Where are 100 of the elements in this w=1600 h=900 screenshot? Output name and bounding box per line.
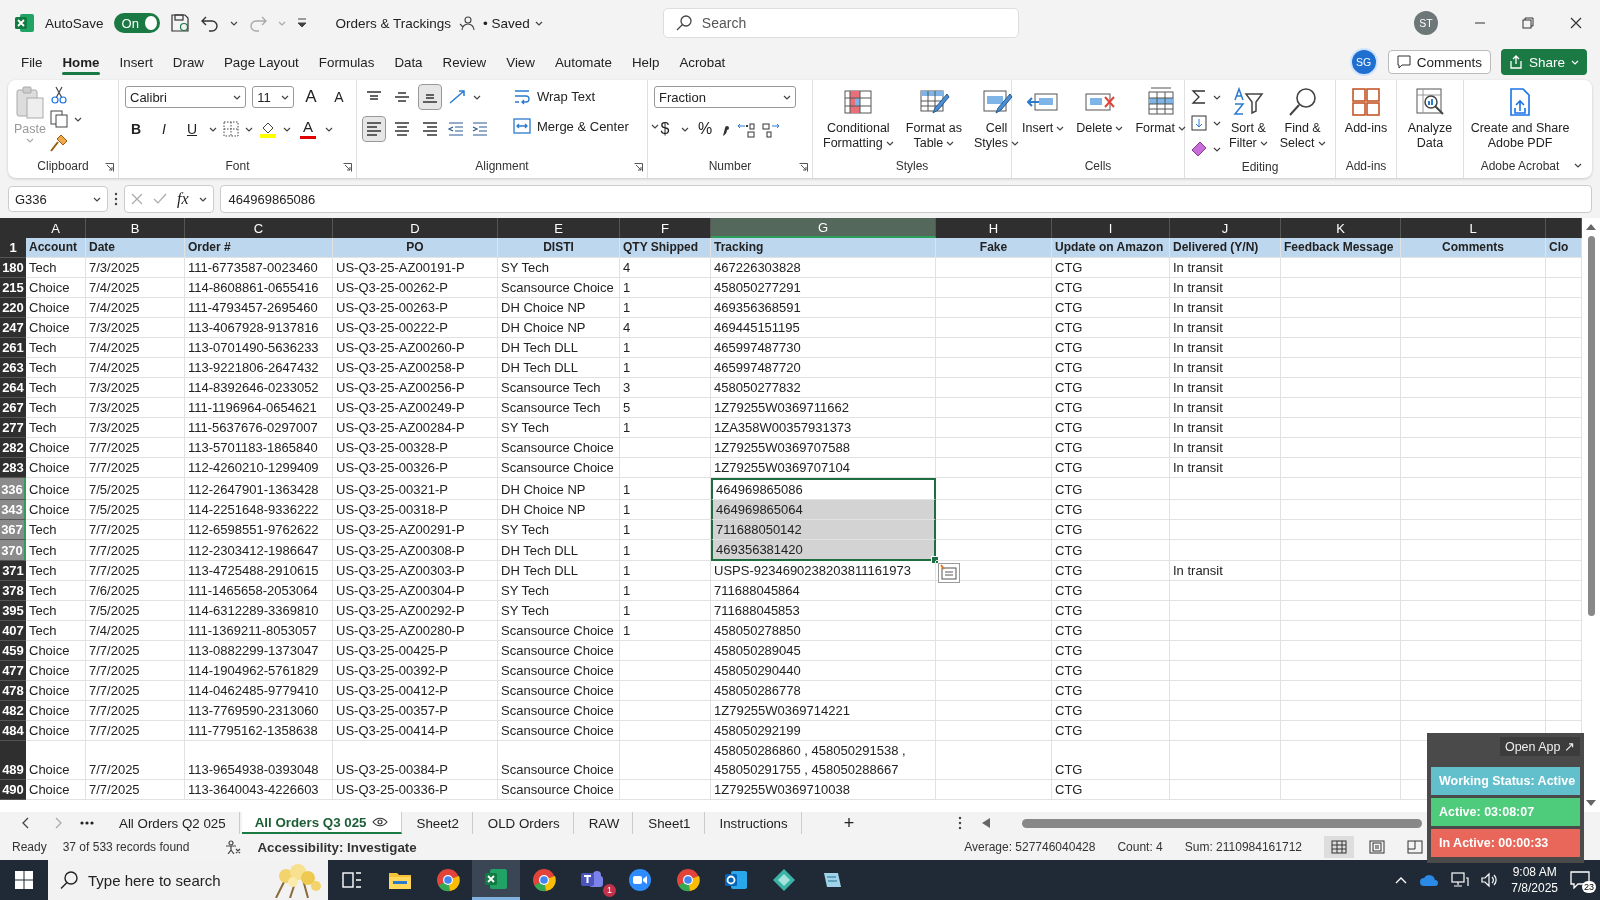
- table-cell: 7/4/2025: [86, 278, 185, 298]
- table-cell: US-Q3-25-00318-P: [333, 500, 498, 520]
- table-cell: Tech: [26, 520, 86, 540]
- table-cell: Scansource Choice: [498, 681, 620, 701]
- group-label: Font: [225, 159, 250, 173]
- table-cell: 1: [620, 298, 711, 318]
- table-cell: Choice: [26, 681, 86, 701]
- table-cell: Tech: [26, 561, 86, 581]
- group-label: Add-ins: [1345, 159, 1387, 173]
- table-cell: 4: [620, 258, 711, 278]
- table-cell: CTG: [1052, 661, 1170, 681]
- status-bar-item: Active: 03:08:07: [1431, 798, 1580, 826]
- table-cell: CTG: [1052, 438, 1170, 458]
- group-label: Editing: [1241, 160, 1279, 174]
- table-cell: CTG: [1052, 338, 1170, 358]
- table-cell: CTG: [1052, 641, 1170, 661]
- group-label: Styles: [895, 159, 929, 173]
- column-title: Tracking: [711, 238, 936, 258]
- table-cell: 7/7/2025: [86, 780, 185, 800]
- table-cell: US-Q3-25-00326-P: [333, 458, 498, 478]
- table-cell: Scansource Choice: [498, 641, 620, 661]
- column-title: QTY Shipped: [620, 238, 711, 258]
- table-cell: DH Tech DLL: [498, 561, 620, 581]
- table-cell: CTG: [1052, 298, 1170, 318]
- table-cell: Tech: [26, 540, 86, 561]
- document-title: Orders & Trackings: [335, 15, 452, 31]
- table-cell: Choice: [26, 641, 86, 661]
- table-cell: 458050277832: [711, 378, 936, 398]
- table-cell: US-Q3-25-00425-P: [333, 641, 498, 661]
- table-cell: 113-0701490-5636233: [185, 338, 333, 358]
- table-cell: Scansource Tech: [498, 398, 620, 418]
- table-cell: CTG: [1052, 741, 1170, 780]
- table-cell: Scansource Choice: [498, 458, 620, 478]
- table-cell: 1: [620, 621, 711, 641]
- table-cell: Tech: [26, 621, 86, 641]
- table-cell: 7/5/2025: [86, 500, 185, 520]
- table-cell: Choice: [26, 278, 86, 298]
- table-cell: 114-6312289-3369810: [185, 601, 333, 621]
- column-title: PO: [333, 238, 498, 258]
- table-cell: 7/7/2025: [86, 438, 185, 458]
- table-cell: CTG: [1052, 520, 1170, 540]
- table-cell: US-Q3-25-AZ00303-P: [333, 561, 498, 581]
- autosave-label: AutoSave: [45, 15, 104, 31]
- table-cell: 469356368591: [711, 298, 936, 318]
- table-cell: Choice: [26, 458, 86, 478]
- table-cell: US-Q3-25-AZ00304-P: [333, 581, 498, 601]
- table-cell: 7/7/2025: [86, 641, 185, 661]
- table-cell: CTG: [1052, 561, 1170, 581]
- table-cell: DH Tech DLL: [498, 358, 620, 378]
- table-cell: US-Q3-25-AZ00280-P: [333, 621, 498, 641]
- table-cell: CTG: [1052, 418, 1170, 438]
- table-cell: CTG: [1052, 601, 1170, 621]
- table-cell: Choice: [26, 478, 86, 500]
- column-title: Comments: [1401, 238, 1546, 258]
- table-cell: Scansource Choice: [498, 701, 620, 721]
- table-cell: 113-7769590-2313060: [185, 701, 333, 721]
- table-cell: 112-2647901-1363428: [185, 478, 333, 500]
- table-cell: CTG: [1052, 681, 1170, 701]
- table-cell: 1Z79255W0369710038: [711, 780, 936, 800]
- table-cell: 111-6773587-0023460: [185, 258, 333, 278]
- table-cell: US-Q3-25-00384-P: [333, 741, 498, 780]
- table-cell: CTG: [1052, 581, 1170, 601]
- table-cell: 467226303828: [711, 258, 936, 278]
- table-cell: 7/7/2025: [86, 661, 185, 681]
- table-cell: 113-4725488-2910615: [185, 561, 333, 581]
- table-cell: 1: [620, 278, 711, 298]
- table-cell: 711688050142: [711, 520, 936, 540]
- table-cell: Choice: [26, 500, 86, 520]
- table-cell: 4: [620, 318, 711, 338]
- table-cell: 464969865064: [711, 500, 936, 520]
- table-cell: US-Q3-25-AZ00284-P: [333, 418, 498, 438]
- table-cell: US-Q3-25-AZ00249-P: [333, 398, 498, 418]
- table-cell: CTG: [1052, 398, 1170, 418]
- table-cell: In transit: [1170, 298, 1281, 318]
- group-label: Number: [708, 159, 752, 173]
- table-cell: SY Tech: [498, 581, 620, 601]
- table-cell: Scansource Choice: [498, 438, 620, 458]
- table-cell: Tech: [26, 358, 86, 378]
- table-cell: Scansource Tech: [498, 378, 620, 398]
- table-cell: 1Z79255W0369707588: [711, 438, 936, 458]
- table-cell: CTG: [1052, 258, 1170, 278]
- table-cell: Choice: [26, 701, 86, 721]
- table-cell: DH Choice NP: [498, 500, 620, 520]
- table-cell: US-Q3-25-AZ00258-P: [333, 358, 498, 378]
- table-cell: 1: [620, 581, 711, 601]
- group-label: Adobe Acrobat: [1480, 159, 1560, 173]
- table-cell: US-Q3-25-AZ00292-P: [333, 601, 498, 621]
- table-cell: 7/4/2025: [86, 298, 185, 318]
- table-cell: CTG: [1052, 540, 1170, 561]
- table-cell: 113-3640043-4226603: [185, 780, 333, 800]
- table-cell: USPS-9234690238203811161973: [711, 561, 936, 581]
- table-cell: 111-1465658-2053064: [185, 581, 333, 601]
- column-title: Clo: [1546, 238, 1582, 258]
- column-title: Update on Amazon: [1052, 238, 1170, 258]
- table-cell: 1Z79255W0369714221: [711, 701, 936, 721]
- table-cell: Choice: [26, 661, 86, 681]
- table-cell: 112-4260210-1299409: [185, 458, 333, 478]
- column-title: DISTI: [498, 238, 620, 258]
- table-cell: CTG: [1052, 278, 1170, 298]
- table-cell: 114-1904962-5761829: [185, 661, 333, 681]
